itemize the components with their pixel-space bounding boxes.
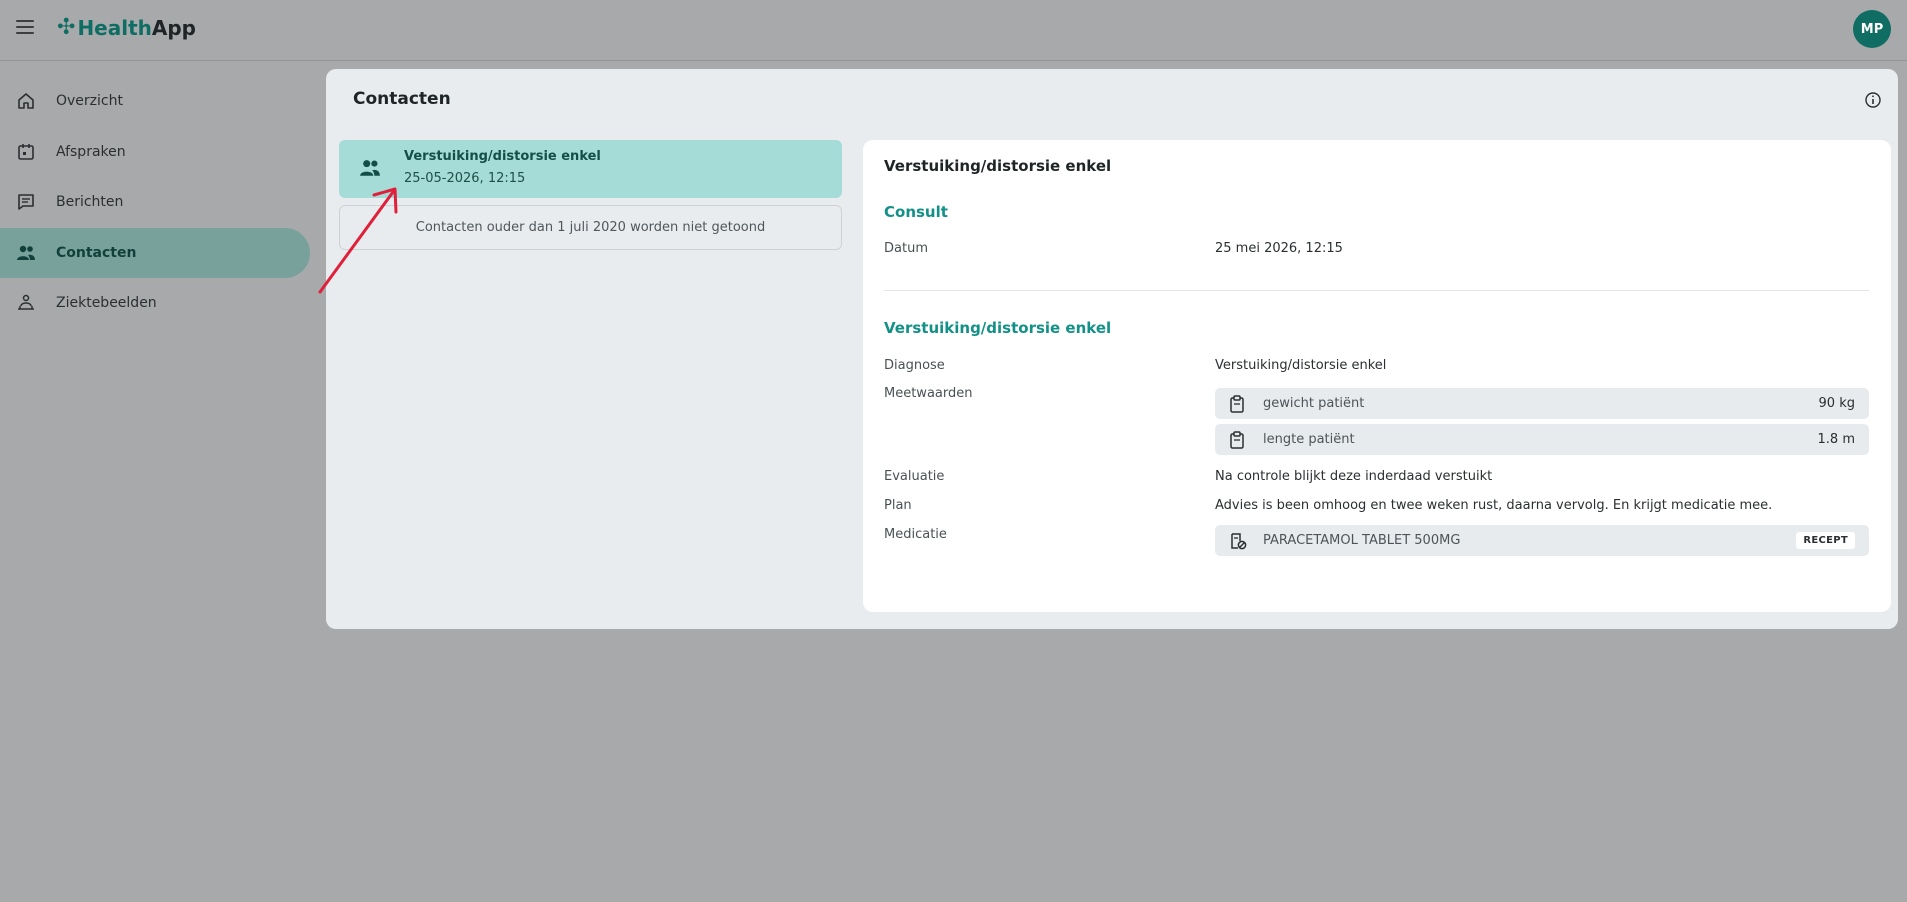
datum-label: Datum — [884, 241, 928, 256]
measurement-label: gewicht patiënt — [1263, 396, 1365, 411]
evaluatie-value: Na controle blijkt deze inderdaad verstu… — [1215, 469, 1493, 484]
menu-icon[interactable] — [16, 20, 34, 34]
plan-label: Plan — [884, 498, 912, 513]
detail-title: Verstuiking/distorsie enkel — [884, 157, 1112, 175]
prescription-icon — [1229, 532, 1247, 550]
sidebar-item-contacten[interactable]: Contacten — [0, 227, 310, 278]
user-avatar[interactable]: MP — [1853, 10, 1891, 48]
contacts-panel: Contacten Verstuiking/distorsie enkel 25… — [326, 69, 1898, 629]
sidebar-item-ziektebeelden[interactable]: Ziektebeelden — [0, 278, 312, 328]
measurement-value: 90 kg — [1818, 396, 1855, 411]
measurement-row: gewicht patiënt 90 kg — [1215, 388, 1869, 419]
logo-cross-icon: ✣ — [57, 15, 76, 40]
contact-detail-panel: Verstuiking/distorsie enkel Consult Datu… — [863, 140, 1891, 612]
calendar-icon — [16, 142, 36, 162]
sidebar-item-label: Ziektebeelden — [56, 295, 157, 311]
contact-list-item[interactable]: Verstuiking/distorsie enkel 25-05-2026, … — [339, 140, 842, 198]
diagnose-value: Verstuiking/distorsie enkel — [1215, 358, 1387, 373]
sidebar-item-overzicht[interactable]: Overzicht — [0, 76, 312, 126]
patient-icon — [16, 293, 36, 313]
app-logo[interactable]: ✣ Health App — [57, 14, 196, 42]
sidebar-item-label: Overzicht — [56, 93, 123, 109]
medicatie-label: Medicatie — [884, 527, 947, 542]
sidebar-item-berichten[interactable]: Berichten — [0, 177, 312, 227]
medication-row[interactable]: PARACETAMOL TABLET 500MG RECEPT — [1215, 525, 1869, 556]
contact-title: Verstuiking/distorsie enkel — [404, 149, 601, 164]
medication-name: PARACETAMOL TABLET 500MG — [1263, 533, 1461, 548]
info-icon[interactable] — [1864, 91, 1882, 109]
contacts-history-note: Contacten ouder dan 1 juli 2020 worden n… — [339, 205, 842, 250]
sidebar-item-afspraken[interactable]: Afspraken — [0, 127, 312, 177]
plan-value: Advies is been omhoog en twee weken rust… — [1215, 498, 1773, 513]
consult-heading: Consult — [884, 203, 948, 221]
sidebar: Overzicht Afspraken Berichten Contacten … — [0, 76, 312, 329]
top-bar: ✣ Health App MP — [0, 0, 1907, 61]
sidebar-item-label: Afspraken — [56, 143, 126, 160]
recept-badge: RECEPT — [1796, 532, 1855, 549]
datum-value: 25 mei 2026, 12:15 — [1215, 241, 1343, 256]
episode-heading: Verstuiking/distorsie enkel — [884, 319, 1112, 337]
sidebar-item-label: Contacten — [56, 244, 137, 261]
clipboard-icon — [1229, 394, 1247, 413]
section-divider — [884, 290, 1869, 291]
clipboard-icon — [1229, 430, 1247, 449]
home-icon — [16, 91, 36, 111]
meetwaarden-label: Meetwaarden — [884, 386, 973, 401]
measurement-value: 1.8 m — [1817, 432, 1855, 447]
people-icon — [16, 243, 36, 263]
contact-date: 25-05-2026, 12:15 — [404, 171, 526, 186]
message-icon — [16, 192, 36, 212]
measurement-row: lengte patiënt 1.8 m — [1215, 424, 1869, 455]
page-title: Contacten — [353, 89, 451, 109]
diagnose-label: Diagnose — [884, 358, 945, 373]
sidebar-item-label: Berichten — [56, 194, 124, 210]
evaluatie-label: Evaluatie — [884, 469, 945, 484]
people-icon — [359, 158, 381, 180]
measurement-label: lengte patiënt — [1263, 432, 1355, 447]
